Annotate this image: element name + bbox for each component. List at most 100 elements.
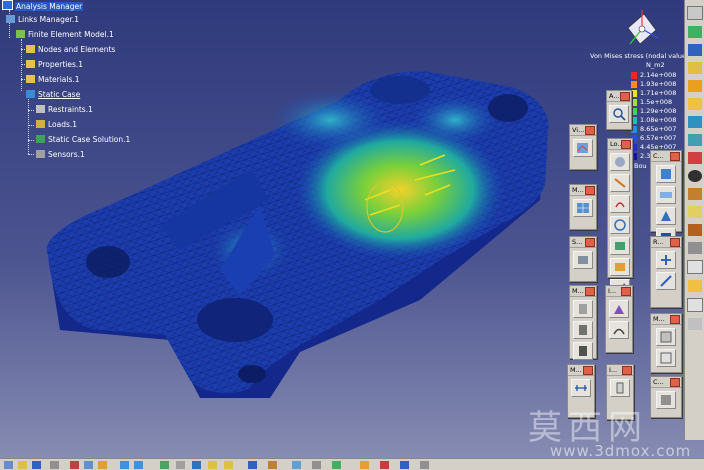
octree-icon[interactable] bbox=[656, 349, 676, 367]
normal-view-icon[interactable] bbox=[248, 461, 257, 469]
tree-item-solution[interactable]: Static Case Solution.1 bbox=[36, 134, 131, 146]
shading-mode-icon[interactable] bbox=[292, 461, 301, 469]
plane-icon[interactable] bbox=[688, 62, 702, 74]
shading-icon[interactable] bbox=[688, 26, 702, 38]
arrow-icon[interactable] bbox=[687, 298, 703, 312]
compass-icon[interactable] bbox=[622, 8, 662, 50]
toolbar-restraints[interactable]: C... bbox=[650, 150, 682, 246]
tree-item-links-manager[interactable]: Links Manager.1 bbox=[6, 14, 80, 26]
analysis-viewport[interactable]: Analysis Manager Links Manager.1 Finite … bbox=[0, 0, 704, 470]
sphere-icon[interactable] bbox=[688, 170, 702, 182]
clamp-icon[interactable] bbox=[656, 165, 676, 183]
view-results-icon[interactable] bbox=[573, 139, 593, 157]
close-icon[interactable] bbox=[622, 366, 632, 375]
measure-tool-icon[interactable] bbox=[687, 260, 703, 274]
close-icon[interactable] bbox=[670, 152, 680, 161]
bearing-load-icon[interactable] bbox=[610, 216, 630, 234]
mesh-part-icon[interactable] bbox=[573, 300, 593, 318]
close-icon[interactable] bbox=[585, 238, 595, 247]
toolbar-analysis[interactable]: A... bbox=[606, 90, 632, 130]
close-icon[interactable] bbox=[670, 238, 680, 247]
rotate-view-icon[interactable] bbox=[192, 461, 201, 469]
toolbar-mesh-parts[interactable]: M... bbox=[569, 285, 597, 360]
mesh-icon[interactable] bbox=[573, 199, 593, 217]
close-icon[interactable] bbox=[620, 92, 630, 101]
mesh-visual-icon[interactable] bbox=[656, 328, 676, 346]
tree-item-materials[interactable]: Materials.1 bbox=[26, 74, 81, 86]
toolbar-image[interactable]: I... bbox=[605, 285, 633, 353]
close-icon[interactable] bbox=[670, 378, 680, 387]
grid-icon[interactable] bbox=[688, 318, 702, 330]
print-icon[interactable] bbox=[50, 461, 59, 469]
zoom-analysis-icon[interactable] bbox=[609, 105, 629, 123]
material-icon[interactable] bbox=[688, 152, 702, 164]
pressure-icon[interactable] bbox=[610, 153, 630, 171]
close-icon[interactable] bbox=[621, 287, 631, 296]
swap-visible-icon[interactable] bbox=[332, 461, 341, 469]
importance-force-icon[interactable] bbox=[610, 237, 630, 255]
undo-icon[interactable] bbox=[120, 461, 129, 469]
toolbar-mesh[interactable]: M... bbox=[569, 184, 597, 230]
open-icon[interactable] bbox=[18, 461, 27, 469]
local-size-icon[interactable] bbox=[573, 321, 593, 339]
tree-item-properties[interactable]: Properties.1 bbox=[26, 59, 84, 71]
tree-item-restraints[interactable]: Restraints.1 bbox=[36, 104, 94, 116]
toolbar-view[interactable]: Vi... bbox=[569, 124, 597, 170]
close-icon[interactable] bbox=[585, 287, 595, 296]
tree-item-static-case[interactable]: Static Case bbox=[26, 89, 81, 101]
zoom-out-icon[interactable] bbox=[224, 461, 233, 469]
tree-item-fem-model[interactable]: Finite Element Model.1 bbox=[16, 29, 115, 41]
image-icon[interactable] bbox=[609, 300, 629, 318]
toolbar-mesh-visual[interactable]: M... bbox=[650, 313, 682, 373]
redo-icon[interactable] bbox=[134, 461, 143, 469]
report-icon[interactable] bbox=[400, 461, 409, 469]
zoom-in-icon[interactable] bbox=[208, 461, 217, 469]
tree-item-nodes-elements[interactable]: Nodes and Elements bbox=[26, 44, 116, 56]
rotate-icon[interactable] bbox=[688, 134, 702, 146]
cut-icon[interactable] bbox=[70, 461, 79, 469]
info-icon[interactable] bbox=[610, 379, 630, 397]
tree-item-sensors[interactable]: Sensors.1 bbox=[36, 149, 86, 161]
tree-item-loads[interactable]: Loads.1 bbox=[36, 119, 78, 131]
save-icon[interactable] bbox=[32, 461, 41, 469]
tree-item-analysis-manager[interactable]: Analysis Manager bbox=[2, 0, 84, 12]
paste-icon[interactable] bbox=[98, 461, 107, 469]
pan-icon[interactable] bbox=[176, 461, 185, 469]
local-sag-icon[interactable] bbox=[573, 342, 593, 360]
compute-tool-icon[interactable] bbox=[380, 461, 389, 469]
pencil-icon[interactable] bbox=[688, 224, 702, 236]
close-icon[interactable] bbox=[583, 366, 593, 375]
distributed-force-icon[interactable] bbox=[610, 174, 630, 192]
deformation-icon[interactable] bbox=[609, 321, 629, 339]
moment-icon[interactable] bbox=[610, 195, 630, 213]
surface-slider-icon[interactable] bbox=[656, 186, 676, 204]
annotation-icon[interactable] bbox=[688, 280, 702, 292]
sketch-icon[interactable] bbox=[688, 44, 702, 56]
iso-view-icon[interactable] bbox=[268, 461, 277, 469]
body-force-icon[interactable] bbox=[610, 258, 630, 276]
toolbar-connections[interactable]: R... bbox=[650, 236, 682, 308]
advanced-restraint-icon[interactable] bbox=[656, 207, 676, 225]
right-toolbar[interactable] bbox=[684, 0, 704, 440]
sensor-icon[interactable] bbox=[573, 251, 593, 269]
close-icon[interactable] bbox=[621, 140, 631, 149]
copy-icon[interactable] bbox=[84, 461, 93, 469]
toolbar-loads[interactable]: Lo... bbox=[607, 138, 633, 297]
measure-icon[interactable] bbox=[571, 379, 591, 397]
rigid-connection-icon[interactable] bbox=[656, 251, 676, 269]
analysis-tool-icon[interactable] bbox=[360, 461, 369, 469]
settings-icon[interactable] bbox=[420, 461, 429, 469]
light-icon[interactable] bbox=[688, 206, 702, 218]
toolbar-sensors[interactable]: S... bbox=[569, 236, 597, 282]
view-icon[interactable] bbox=[688, 116, 702, 128]
smooth-connection-icon[interactable] bbox=[656, 272, 676, 290]
box-icon[interactable] bbox=[688, 80, 702, 92]
render-icon[interactable] bbox=[688, 188, 702, 200]
cube-icon[interactable] bbox=[688, 98, 702, 110]
tools-icon[interactable] bbox=[688, 242, 702, 254]
fit-all-icon[interactable] bbox=[160, 461, 169, 469]
select-icon[interactable] bbox=[687, 6, 703, 20]
close-icon[interactable] bbox=[585, 186, 595, 195]
close-icon[interactable] bbox=[670, 315, 680, 324]
close-icon[interactable] bbox=[585, 126, 595, 135]
